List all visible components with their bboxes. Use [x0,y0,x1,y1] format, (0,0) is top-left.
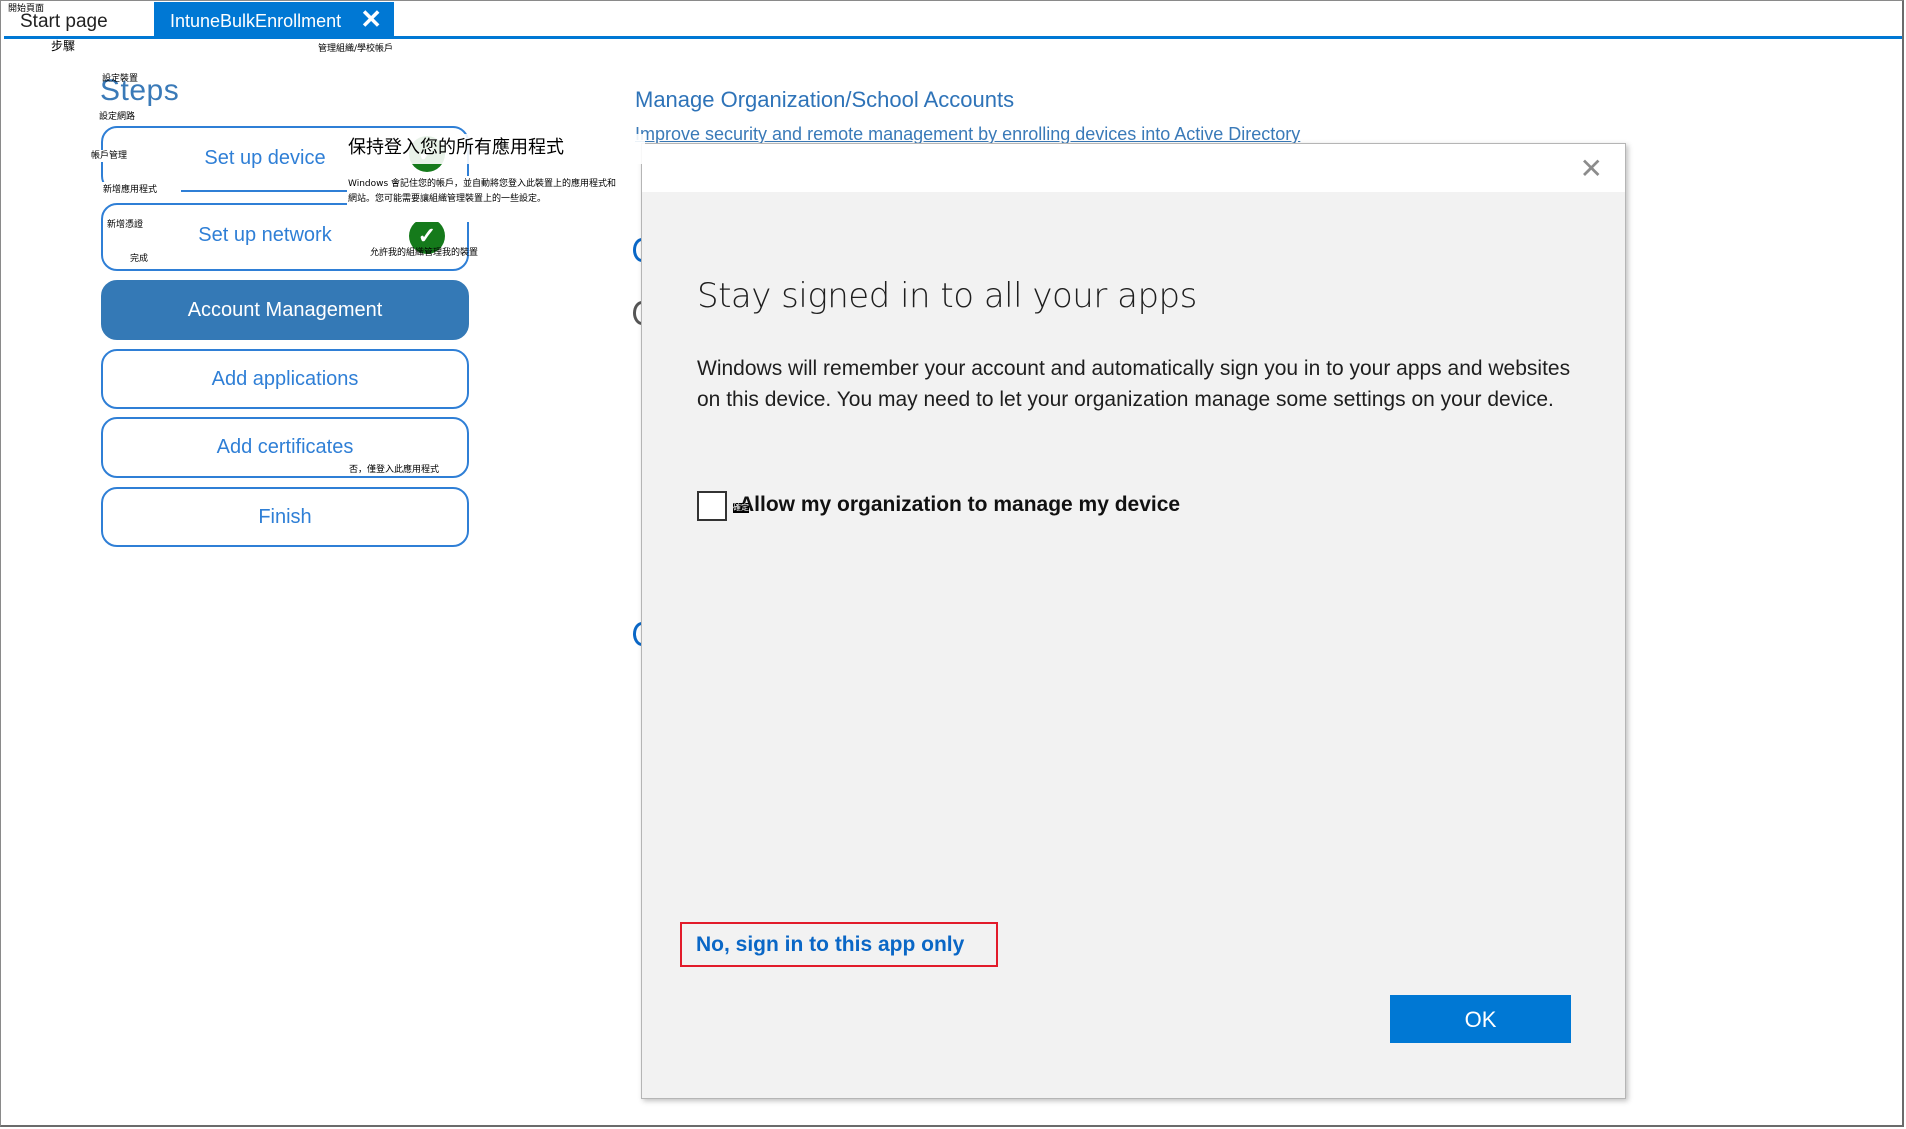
dialog-titlebar: ✕ [642,144,1625,192]
loc-steps: 步驟 [51,39,76,53]
step-label: Finish [258,506,312,528]
loc-dialog-title: 保持登入您的所有應用程式 [348,137,564,158]
loc-no-sign-in: 否，僅登入此應用程式 [349,465,440,475]
loc-setup-device: 設定裝置 [102,74,139,84]
loc-account-mgmt: 帳戶管理 [91,150,128,162]
page-subtitle-link[interactable]: Improve security and remote management b… [635,124,1300,145]
tab-underline [4,36,1902,39]
loc-add-apps: 新增應用程式 [103,185,158,195]
loc-add-certs: 新增憑證 [107,220,144,230]
ok-button[interactable]: OK [1390,995,1571,1043]
page-title: Manage Organization/School Accounts [635,87,1015,112]
step-finish[interactable]: Finish [101,487,469,547]
step-account-management[interactable]: Account Management [101,280,469,340]
loc-finish: 完成 [130,254,149,264]
step-label: Account Management [187,299,383,321]
tab-active-label: IntuneBulkEnrollment [170,11,342,31]
loc-manage-accounts: 管理組織/學校帳戶 [318,44,394,54]
close-tab-icon[interactable]: ✕ [360,6,382,32]
step-add-applications[interactable]: Add applications [101,349,469,409]
dialog-close-icon[interactable]: ✕ [1580,152,1603,185]
dialog-heading: Stay signed in to all your apps [697,276,1197,316]
highlight-box: No, sign in to this app only [680,922,998,967]
stay-signed-in-dialog: ✕ Stay signed in to all your apps Window… [641,143,1626,1099]
dialog-body: Windows will remember your account and a… [697,357,1571,411]
loc-dialog-body: Windows 會記住您的帳戶，並自動將您登入此裝置上的應用程式和網站。您可能需… [348,179,617,204]
loc-allow-manage: 允許我的組織管理我的裝置 [370,248,479,258]
tab-intune-bulk-enrollment[interactable]: IntuneBulkEnrollment ✕ [154,2,394,37]
sign-in-this-app-only-link[interactable]: No, sign in to this app only [696,933,964,957]
allow-manage-label[interactable]: Allow my organization to manage my devic… [739,493,1180,517]
loc-setup-network: 設定網路 [99,112,136,122]
loc-start-page: 開始頁面 [8,4,45,14]
step-label: Add certificates [216,436,354,458]
loc-ok: 確定 [733,503,749,513]
allow-manage-checkbox[interactable] [697,491,727,521]
step-label: Add applications [211,368,359,390]
